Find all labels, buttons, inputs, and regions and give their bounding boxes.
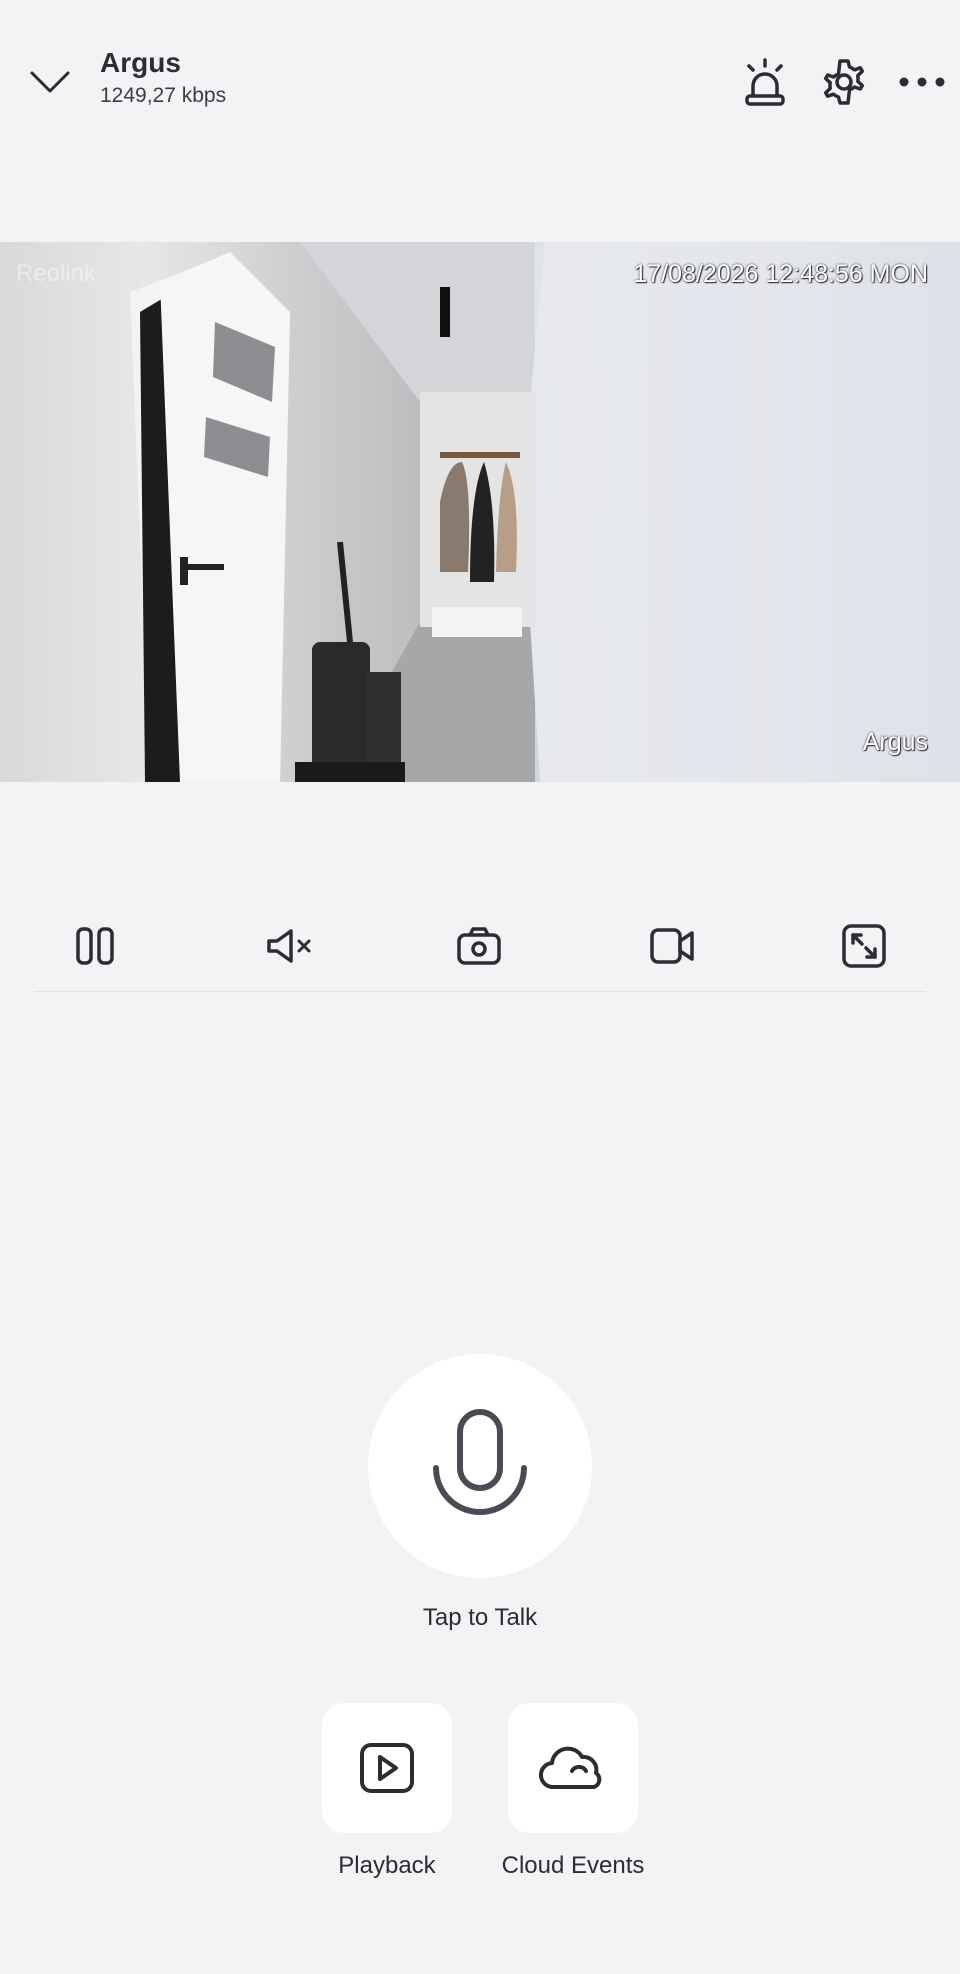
pause-icon <box>76 927 114 965</box>
record-icon <box>650 928 694 964</box>
cloud-icon <box>539 1746 602 1790</box>
record-button[interactable] <box>640 914 704 978</box>
mute-button[interactable] <box>257 914 321 978</box>
fullscreen-button[interactable] <box>832 914 896 978</box>
controls-divider <box>34 991 926 992</box>
top-bar: Argus 1249,27 kbps <box>0 0 960 170</box>
video-timestamp: 17/08/2026 12:48:56 MON <box>633 260 928 288</box>
cloud-events-button[interactable] <box>508 1703 638 1833</box>
mute-icon <box>267 929 311 963</box>
microphone-icon <box>433 1409 527 1515</box>
brand-watermark: Reolink <box>16 260 97 287</box>
siren-icon <box>745 58 785 106</box>
bitrate-readout: 1249,27 kbps <box>100 84 227 107</box>
live-video-feed[interactable]: Reolink 17/08/2026 12:48:56 MON Argus <box>0 242 960 782</box>
chevron-down-icon <box>30 71 70 93</box>
camera-label: Argus <box>862 728 928 756</box>
settings-button[interactable] <box>814 52 874 112</box>
more-button[interactable] <box>892 52 952 112</box>
playback-button[interactable] <box>322 1703 452 1833</box>
video-controls <box>0 900 960 990</box>
snapshot-icon <box>457 927 501 965</box>
talk-label: Tap to Talk <box>422 1604 538 1631</box>
cloud-events-label: Cloud Events <box>501 1852 645 1879</box>
pause-button[interactable] <box>63 914 127 978</box>
siren-button[interactable] <box>735 52 795 112</box>
camera-scene <box>130 242 960 782</box>
playback-icon <box>360 1743 414 1793</box>
more-icon <box>899 77 945 87</box>
fullscreen-icon <box>842 924 886 968</box>
device-info: Argus 1249,27 kbps <box>100 46 226 108</box>
snapshot-button[interactable] <box>447 914 511 978</box>
gear-icon <box>823 59 865 105</box>
talk-button[interactable] <box>368 1354 592 1578</box>
collapse-button[interactable] <box>22 58 78 106</box>
device-title: Argus <box>100 47 181 78</box>
